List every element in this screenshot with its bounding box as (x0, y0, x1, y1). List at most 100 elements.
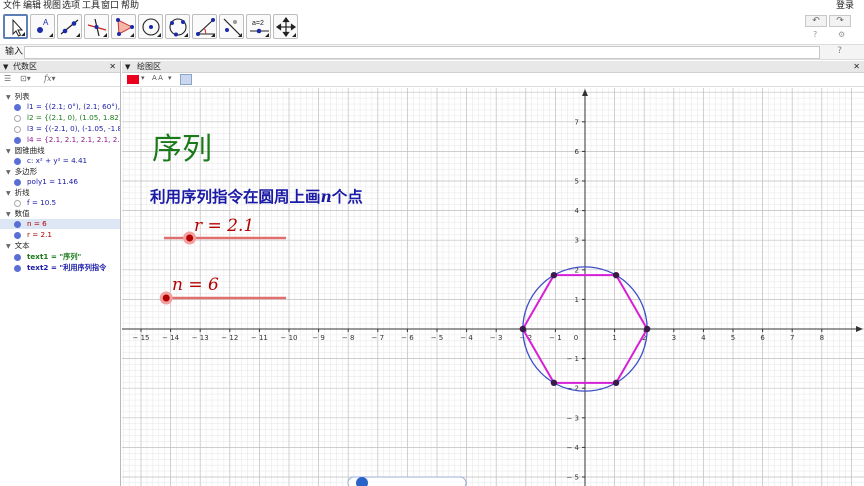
visibility-toggle[interactable] (14, 254, 21, 261)
circle-three-points-button[interactable] (165, 14, 190, 39)
menu-file[interactable]: 文件 (3, 0, 21, 12)
x-tick-label: − 4 (460, 334, 473, 342)
close-icon[interactable]: ✕ (853, 61, 860, 73)
construction-title[interactable]: 序列 (152, 132, 212, 167)
color-swatch[interactable] (127, 75, 139, 84)
input-label: 输入: (5, 47, 27, 57)
algebra-title: 代数区 (13, 62, 37, 71)
polygon-tool-button[interactable] (111, 14, 136, 39)
input-help-icon[interactable]: ? (837, 46, 842, 56)
redo-button[interactable]: ↷ (829, 15, 851, 27)
slider-r-label: r = 2.1 (194, 216, 254, 236)
x-tick-label: − 11 (251, 334, 268, 342)
visibility-toggle[interactable] (14, 104, 21, 111)
graphics-header: ▼ 绘图区 ✕ (122, 61, 864, 73)
login-link[interactable]: 登录 (836, 0, 854, 12)
menu-tools[interactable]: 工具 (82, 0, 100, 12)
visibility-toggle[interactable] (14, 265, 21, 272)
graphics-canvas[interactable]: − 15− 14− 13− 12− 11− 10− 9− 8− 7− 6− 5−… (122, 88, 864, 486)
menu-options[interactable]: 选项 (62, 0, 80, 12)
y-tick-label: 3 (575, 237, 579, 245)
move-tool-icon (12, 18, 24, 37)
list-item-n[interactable]: n = 6 (0, 219, 120, 229)
row-text: r = 2.1 (27, 230, 52, 239)
input-field[interactable] (24, 46, 820, 59)
angle-tool-button[interactable] (192, 14, 217, 39)
x-tick-label: 1 (612, 334, 616, 342)
group-text[interactable]: ▼ 文本 (6, 241, 30, 252)
slider-tool-button[interactable]: a=2 (246, 14, 271, 39)
row-text: n = 6 (27, 219, 47, 228)
menu-view[interactable]: 视图 (43, 0, 61, 12)
close-icon[interactable]: ✕ (109, 61, 116, 73)
x-tick-label: − 15 (133, 334, 150, 342)
style-bar: ▾ A A ▾ (122, 73, 864, 87)
visibility-toggle[interactable] (14, 158, 21, 165)
slider-r-knob[interactable] (183, 231, 197, 245)
menu-help[interactable]: 帮助 (121, 0, 139, 12)
list-item-l2[interactable]: l2 = {(2.1, 0), (1.05, 1.82), (-1 (0, 113, 120, 123)
slider-n[interactable]: n = 6 (159, 275, 286, 305)
x-tick-label: 3 (672, 334, 676, 342)
visibility-toggle[interactable] (14, 221, 21, 228)
slider-tool-text: a=2 (252, 20, 264, 27)
visibility-toggle[interactable] (14, 179, 21, 186)
pin-icon[interactable] (180, 74, 192, 85)
list-item-l4[interactable]: l4 = {2.1, 2.1, 2.1, 2.1, 2.1, 2. (0, 135, 120, 145)
list-item-l3[interactable]: l3 = {(-2.1, 0), (-1.05, -1.82), ( (0, 124, 120, 134)
reflect-tool-button[interactable] (219, 14, 244, 39)
x-tick-label: 8 (820, 334, 824, 342)
list-item-c[interactable]: c: x² + y² = 4.41 (0, 156, 120, 166)
list-item-text1[interactable]: text1 = "序列" (0, 252, 120, 262)
algebra-header: ▼ 代数区 ✕ (0, 61, 120, 73)
line-tool-button[interactable] (57, 14, 82, 39)
visibility-toggle[interactable] (14, 232, 21, 239)
y-tick-label: 5 (575, 178, 579, 186)
list-point (612, 271, 620, 279)
menu-window[interactable]: 窗口 (101, 0, 119, 12)
construction-subtitle[interactable]: 利用序列指令在圆周上画n个点 (150, 187, 363, 206)
perpendicular-tool-button[interactable] (84, 14, 109, 39)
function-input-icon[interactable]: fx▾ (44, 74, 56, 83)
sort-icon[interactable]: ☰ (4, 74, 11, 83)
visibility-toggle[interactable] (14, 126, 21, 133)
point-tool-button[interactable]: A (30, 14, 55, 39)
color-dropdown-icon[interactable]: ▾ (141, 74, 145, 82)
menu-edit[interactable]: 编辑 (23, 0, 41, 12)
view-navigation-bar[interactable] (347, 476, 467, 486)
algebra-view: ▼ 代数区 ✕ ☰ ⊡▾ fx▾ ▼ 列表 l1 = {(2.1; 0°), (2… (0, 61, 121, 486)
y-tick-label: − 4 (566, 444, 579, 452)
row-text: l2 = {(2.1, 0), (1.05, 1.82), (-1 (27, 113, 120, 122)
x-tick-label: − 14 (162, 334, 180, 342)
slider-n-label: n = 6 (172, 275, 219, 295)
help-icon[interactable]: ? (813, 30, 817, 39)
y-tick-label: 7 (575, 118, 579, 126)
y-tick-label: 6 (575, 148, 580, 156)
slider-n-knob[interactable] (159, 291, 173, 305)
circle-tool-button[interactable] (138, 14, 163, 39)
collapse-triangle-icon[interactable]: ▼ (3, 61, 8, 73)
list-item-f[interactable]: f = 10.5 (0, 198, 120, 208)
label-dropdown-icon[interactable]: ▾ (168, 74, 172, 82)
y-tick-label: 4 (575, 207, 580, 215)
y-tick-label: − 5 (566, 474, 579, 482)
move-tool-button[interactable] (3, 14, 28, 39)
undo-button[interactable]: ↶ (805, 15, 827, 27)
toolbar: A a=2 ↶ ↷ ? ⚙ (0, 12, 864, 42)
label-style-button[interactable]: A A (152, 74, 163, 82)
visibility-toggle[interactable] (14, 137, 21, 144)
move-graphics-button[interactable] (273, 14, 298, 39)
list-item-text2[interactable]: text2 = "利用序列指令 (0, 263, 120, 273)
settings-gear-icon[interactable]: ⚙ (838, 30, 845, 39)
grid (122, 88, 864, 486)
list-item-l1[interactable]: l1 = {(2.1; 0°), (2.1; 60°), (2.1 (0, 102, 120, 112)
visibility-toggle[interactable] (14, 115, 21, 122)
row-text: poly1 = 11.46 (27, 177, 78, 186)
x-tick-label: − 8 (342, 334, 355, 342)
auxiliary-objects-icon[interactable]: ⊡▾ (20, 74, 31, 83)
visibility-toggle[interactable] (14, 200, 21, 207)
list-item-r[interactable]: r = 2.1 (0, 230, 120, 240)
x-tick-label: − 6 (401, 334, 414, 342)
list-item-poly1[interactable]: poly1 = 11.46 (0, 177, 120, 187)
collapse-triangle-icon[interactable]: ▼ (125, 61, 130, 73)
